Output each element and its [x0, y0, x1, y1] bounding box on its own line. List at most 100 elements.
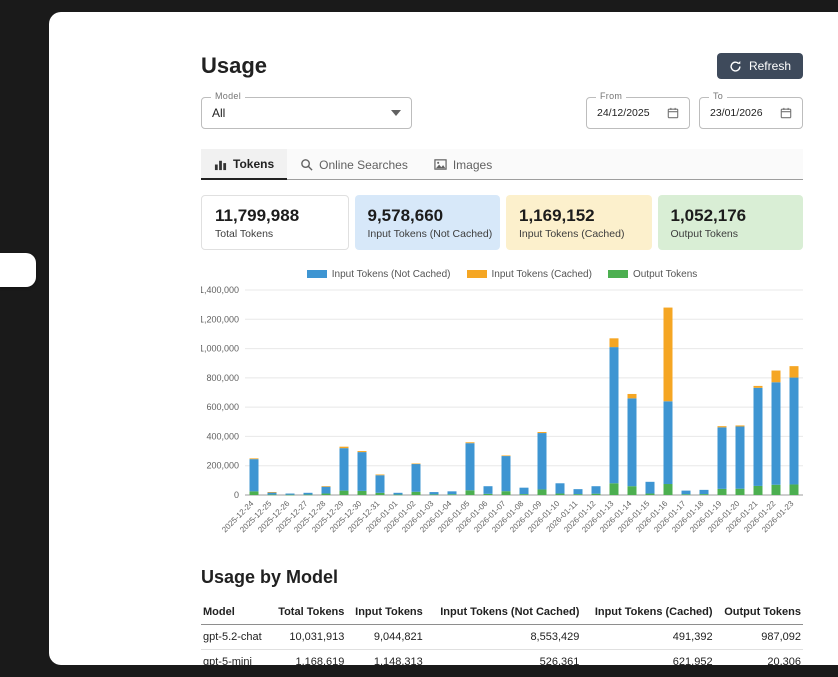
- bar-segment: [286, 494, 295, 495]
- tab-tokens[interactable]: Tokens: [201, 149, 287, 180]
- from-date-label: From: [596, 91, 626, 101]
- y-tick-label: 0: [234, 490, 239, 500]
- value-cell: 621,952: [581, 650, 714, 666]
- value-cell: 8,553,429: [425, 625, 582, 650]
- bar-segment: [304, 493, 313, 495]
- stat-card-output-tokens: 1,052,176 Output Tokens: [658, 195, 804, 250]
- bar-segment: [754, 486, 763, 495]
- to-date-input[interactable]: To 23/01/2026: [699, 97, 803, 129]
- refresh-button-label: Refresh: [749, 59, 791, 73]
- legend-item[interactable]: Output Tokens: [608, 269, 697, 280]
- column-header: Total Tokens: [270, 600, 347, 625]
- calendar-icon[interactable]: [780, 107, 792, 119]
- from-date-input[interactable]: From 24/12/2025: [586, 97, 690, 129]
- bar-segment: [574, 494, 583, 495]
- bar-segment: [502, 491, 511, 495]
- model-select[interactable]: Model All: [201, 97, 412, 129]
- bar-segment: [358, 451, 367, 452]
- stat-value: 1,052,176: [671, 206, 804, 225]
- bar-segment: [502, 456, 511, 491]
- bar-segment: [484, 494, 493, 495]
- chevron-down-icon: [391, 110, 401, 116]
- bar-segment: [250, 459, 259, 491]
- legend-swatch: [467, 270, 487, 278]
- tab-label: Images: [453, 158, 492, 172]
- bar-segment: [466, 442, 475, 443]
- bar-segment: [700, 494, 709, 495]
- bar-segment: [520, 488, 529, 494]
- bar-segment: [448, 494, 457, 495]
- side-drawer-handle[interactable]: [0, 253, 36, 287]
- bar-segment: [412, 464, 421, 492]
- legend-item[interactable]: Input Tokens (Not Cached): [307, 269, 451, 280]
- stat-card-input-cached: 1,169,152 Input Tokens (Cached): [506, 195, 652, 250]
- bar-segment: [484, 486, 493, 494]
- bar-segment: [628, 398, 637, 486]
- column-header: Input Tokens (Cached): [581, 600, 714, 625]
- model-select-value: All: [212, 106, 225, 120]
- bar-segment: [340, 447, 349, 448]
- y-tick-label: 400,000: [206, 431, 239, 441]
- tab-images[interactable]: Images: [421, 149, 505, 179]
- bar-segment: [610, 347, 619, 483]
- usage-by-model-table: ModelTotal TokensInput TokensInput Token…: [201, 600, 803, 665]
- bar-segment: [340, 448, 349, 490]
- bar-segment: [736, 425, 745, 426]
- refresh-button[interactable]: Refresh: [717, 53, 803, 79]
- y-tick-label: 800,000: [206, 373, 239, 383]
- stat-card-input-not-cached: 9,578,660 Input Tokens (Not Cached): [355, 195, 501, 250]
- bar-segment: [466, 443, 475, 490]
- value-cell: 491,392: [581, 625, 714, 650]
- value-cell: 1,168,619: [270, 650, 347, 666]
- bar-segment: [268, 492, 277, 493]
- bar-segment: [664, 308, 673, 402]
- bar-segment: [268, 495, 277, 496]
- bar-segment: [646, 482, 655, 494]
- bar-segment: [610, 483, 619, 495]
- bar-chart-icon: [214, 158, 227, 171]
- bar-segment: [718, 427, 727, 489]
- y-tick-label: 1,400,000: [201, 285, 239, 295]
- stat-value: 1,169,152: [519, 206, 652, 225]
- table-row: gpt-5-mini1,168,6191,148,313526,361621,9…: [201, 650, 803, 666]
- value-cell: 987,092: [715, 625, 803, 650]
- bar-segment: [790, 484, 799, 495]
- bar-segment: [538, 433, 547, 489]
- from-date-value: 24/12/2025: [597, 107, 650, 119]
- bar-segment: [358, 491, 367, 495]
- legend-item[interactable]: Input Tokens (Cached): [467, 269, 592, 280]
- bar-segment: [772, 382, 781, 485]
- tab-label: Online Searches: [319, 158, 408, 172]
- to-date-label: To: [709, 91, 727, 101]
- bar-segment: [376, 475, 385, 476]
- stat-value: 9,578,660: [368, 206, 501, 225]
- bar-segment: [340, 491, 349, 495]
- bar-segment: [628, 394, 637, 398]
- stat-label: Input Tokens (Not Cached): [368, 228, 501, 240]
- model-name-cell: gpt-5-mini: [201, 650, 270, 666]
- tab-online-searches[interactable]: Online Searches: [287, 149, 421, 179]
- bar-segment: [538, 489, 547, 495]
- legend-label: Output Tokens: [633, 269, 697, 280]
- stat-label: Input Tokens (Cached): [519, 228, 652, 240]
- bar-segment: [466, 490, 475, 495]
- bar-segment: [754, 386, 763, 388]
- refresh-icon: [729, 60, 742, 73]
- y-tick-label: 1,000,000: [201, 344, 239, 354]
- value-cell: 1,148,313: [346, 650, 424, 666]
- calendar-icon[interactable]: [667, 107, 679, 119]
- model-select-label: Model: [211, 91, 245, 101]
- bar-segment: [664, 401, 673, 484]
- bar-segment: [592, 486, 601, 493]
- value-cell: 9,044,821: [346, 625, 424, 650]
- bar-segment: [772, 371, 781, 383]
- usage-bar-chart: 0200,000400,000600,000800,0001,000,0001,…: [201, 284, 803, 542]
- bar-segment: [574, 489, 583, 494]
- bar-segment: [412, 464, 421, 465]
- bar-segment: [682, 494, 691, 495]
- usage-by-model-title: Usage by Model: [201, 567, 803, 587]
- bar-segment: [592, 494, 601, 495]
- bar-segment: [610, 338, 619, 347]
- column-header: Model: [201, 600, 270, 625]
- bar-segment: [250, 458, 259, 459]
